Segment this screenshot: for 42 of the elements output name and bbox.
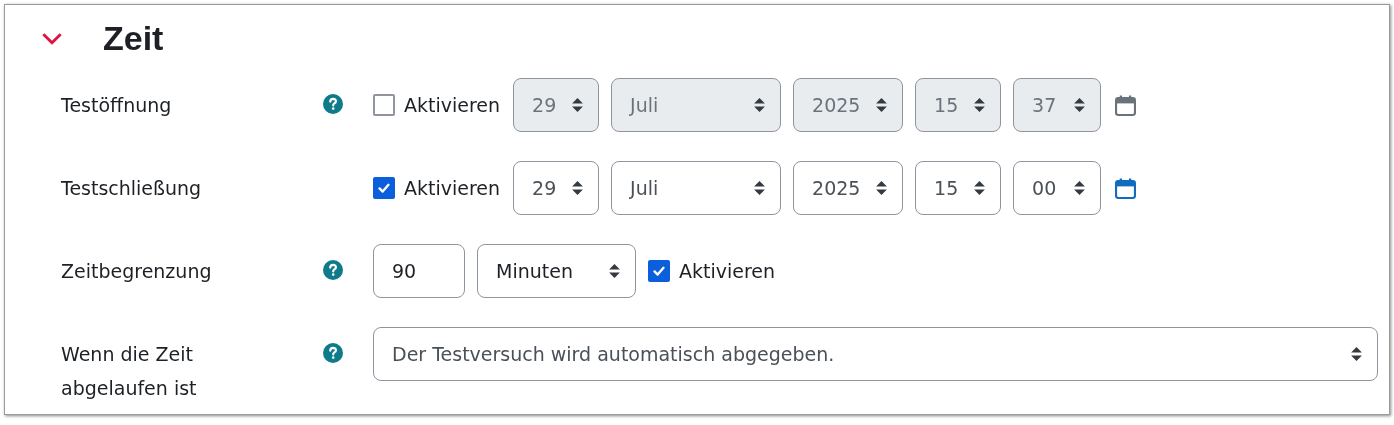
select-field[interactable]: Minuten	[477, 244, 636, 298]
number-field[interactable]: 90	[373, 244, 465, 298]
caret-icon	[572, 98, 584, 112]
help-icon[interactable]	[323, 260, 344, 281]
select-field[interactable]: Juli	[611, 78, 782, 132]
caret-icon	[876, 98, 888, 112]
calendar-icon[interactable]	[1115, 177, 1137, 199]
caret-icon	[754, 98, 766, 112]
caret-icon	[974, 98, 986, 112]
caret-icon	[609, 264, 620, 278]
select-field[interactable]: 29	[513, 78, 600, 132]
field-label: Wenn die Zeit abgelaufen ist	[61, 342, 198, 401]
select-field[interactable]: 15	[915, 78, 1002, 132]
select-field[interactable]: 15	[915, 161, 1002, 215]
checkbox[interactable]	[648, 260, 670, 282]
caret-icon	[572, 181, 584, 195]
caret-icon	[1074, 98, 1086, 112]
select-field[interactable]: 00	[1013, 161, 1102, 215]
checkbox[interactable]	[373, 177, 395, 199]
help-icon[interactable]	[323, 94, 344, 115]
caret-icon	[754, 181, 766, 195]
help-icon[interactable]	[323, 343, 344, 364]
caret-icon	[1351, 347, 1362, 361]
select-field[interactable]: 2025	[793, 161, 904, 215]
select-field[interactable]: 29	[513, 161, 600, 215]
checkbox[interactable]	[373, 94, 395, 116]
field-label: Zeitbegrenzung	[61, 259, 213, 284]
caret-icon	[876, 181, 888, 195]
checkbox-label: Aktivieren	[679, 260, 776, 282]
checkbox-label: Aktivieren	[404, 177, 501, 199]
select-field[interactable]: Der Testversuch wird automatisch abgegeben.	[373, 327, 1378, 381]
select-field[interactable]: Juli	[611, 161, 782, 215]
checkbox-label: Aktivieren	[404, 94, 501, 116]
select-field[interactable]: 37	[1013, 78, 1102, 132]
field-label: Testöffnung	[61, 93, 173, 118]
section-title: Zeit	[103, 18, 164, 58]
caret-icon	[974, 181, 986, 195]
caret-icon	[1074, 181, 1086, 195]
select-field[interactable]: 2025	[793, 78, 904, 132]
calendar-icon[interactable]	[1115, 94, 1137, 116]
chevron-icon[interactable]	[41, 31, 63, 45]
field-label: Testschließung	[61, 176, 203, 201]
